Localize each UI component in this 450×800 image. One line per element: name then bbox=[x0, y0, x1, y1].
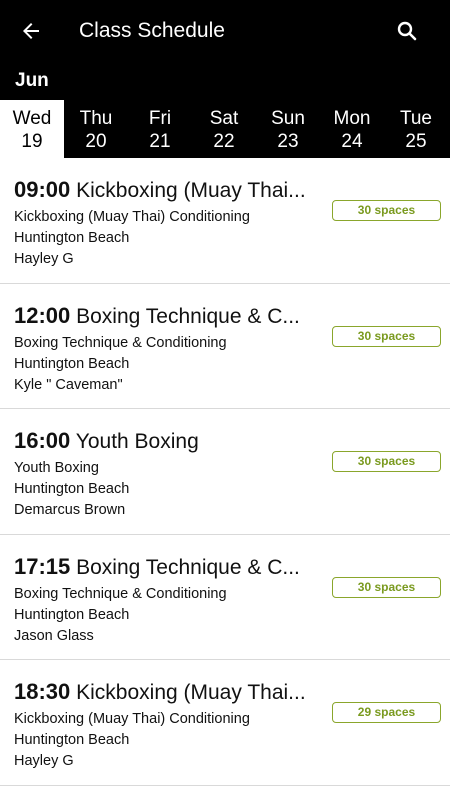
class-title: 09:00 Kickboxing (Muay Thai... bbox=[14, 177, 314, 204]
search-icon[interactable] bbox=[390, 14, 424, 48]
class-time: 12:00 bbox=[14, 302, 71, 328]
class-location: Huntington Beach bbox=[14, 481, 130, 497]
class-type: Kickboxing (Muay Thai) Conditioning bbox=[14, 209, 250, 225]
class-list-item[interactable]: 18:30 Kickboxing (Muay Thai... Kickboxin… bbox=[0, 660, 450, 786]
spaces-badge: 30 spaces bbox=[332, 200, 441, 221]
class-location: Huntington Beach bbox=[14, 230, 130, 246]
class-list: 09:00 Kickboxing (Muay Thai... Kickboxin… bbox=[0, 158, 450, 786]
day-of-week: Sat bbox=[209, 108, 239, 129]
day-selector: Wed 19 Thu 20 Fri 21 Sat 22 Sun 23 Mon 2… bbox=[0, 100, 450, 158]
class-name: Kickboxing (Muay Thai... bbox=[76, 179, 306, 202]
class-name: Youth Boxing bbox=[75, 430, 199, 453]
day-tab-wed-19[interactable]: Wed 19 bbox=[0, 100, 64, 158]
class-location: Huntington Beach bbox=[14, 732, 130, 748]
class-list-item[interactable]: 09:00 Kickboxing (Muay Thai... Kickboxin… bbox=[0, 158, 450, 284]
day-number: 22 bbox=[213, 131, 235, 152]
class-instructor: Hayley G bbox=[14, 753, 74, 769]
class-list-item[interactable]: 16:00 Youth Boxing Youth Boxing Huntingt… bbox=[0, 409, 450, 535]
class-name: Boxing Technique & C... bbox=[76, 304, 300, 328]
spaces-badge: 29 spaces bbox=[332, 702, 441, 723]
class-time: 09:00 bbox=[14, 177, 71, 202]
day-number: 23 bbox=[277, 131, 299, 152]
class-time: 16:00 bbox=[14, 428, 71, 453]
page-title: Class Schedule bbox=[79, 19, 225, 42]
app-bar: Class Schedule bbox=[0, 0, 450, 62]
class-instructor: Hayley G bbox=[14, 251, 74, 267]
class-type: Boxing Technique & Conditioning bbox=[14, 334, 227, 351]
class-type: Boxing Technique & Conditioning bbox=[14, 585, 227, 602]
class-title: 18:30 Kickboxing (Muay Thai... bbox=[14, 679, 314, 706]
day-of-week: Thu bbox=[79, 108, 113, 129]
day-tab-mon-24[interactable]: Mon 24 bbox=[320, 100, 384, 158]
day-of-week: Sun bbox=[271, 108, 305, 129]
class-type: Youth Boxing bbox=[14, 460, 99, 476]
day-number: 21 bbox=[149, 131, 171, 152]
day-number: 25 bbox=[405, 131, 427, 152]
class-title: 17:15 Boxing Technique & C... bbox=[14, 554, 314, 581]
day-tab-sun-23[interactable]: Sun 23 bbox=[256, 100, 320, 158]
class-location: Huntington Beach bbox=[14, 355, 130, 372]
day-of-week: Wed bbox=[12, 108, 52, 129]
day-tab-tue-25[interactable]: Tue 25 bbox=[384, 100, 448, 158]
class-time: 17:15 bbox=[14, 553, 71, 579]
spaces-badge: 30 spaces bbox=[332, 576, 441, 598]
class-time: 18:30 bbox=[14, 679, 71, 704]
class-instructor: Jason Glass bbox=[14, 627, 94, 644]
class-name: Kickboxing (Muay Thai... bbox=[76, 681, 306, 704]
day-of-week: Mon bbox=[333, 108, 371, 129]
day-of-week: Tue bbox=[399, 108, 433, 129]
class-type: Kickboxing (Muay Thai) Conditioning bbox=[14, 711, 250, 727]
class-instructor: Kyle " Caveman" bbox=[14, 376, 123, 393]
day-number: 19 bbox=[21, 131, 43, 152]
day-tab-sat-22[interactable]: Sat 22 bbox=[192, 100, 256, 158]
spaces-badge: 30 spaces bbox=[332, 325, 441, 347]
day-tab-fri-21[interactable]: Fri 21 bbox=[128, 100, 192, 158]
spaces-badge: 30 spaces bbox=[332, 451, 441, 472]
day-of-week: Fri bbox=[148, 108, 172, 129]
class-list-item[interactable]: 17:15 Boxing Technique & C... Boxing Tec… bbox=[0, 535, 450, 660]
class-list-item[interactable]: 12:00 Boxing Technique & C... Boxing Tec… bbox=[0, 284, 450, 409]
class-title: 16:00 Youth Boxing bbox=[14, 428, 314, 455]
back-arrow-icon[interactable] bbox=[14, 14, 48, 48]
class-title: 12:00 Boxing Technique & C... bbox=[14, 303, 314, 330]
month-header: Jun bbox=[0, 62, 450, 100]
day-number: 20 bbox=[85, 131, 107, 152]
class-name: Boxing Technique & C... bbox=[76, 555, 300, 579]
day-tab-thu-20[interactable]: Thu 20 bbox=[64, 100, 128, 158]
month-label: Jun bbox=[15, 70, 49, 91]
day-number: 24 bbox=[341, 131, 363, 152]
class-location: Huntington Beach bbox=[14, 606, 130, 623]
class-instructor: Demarcus Brown bbox=[14, 502, 126, 518]
